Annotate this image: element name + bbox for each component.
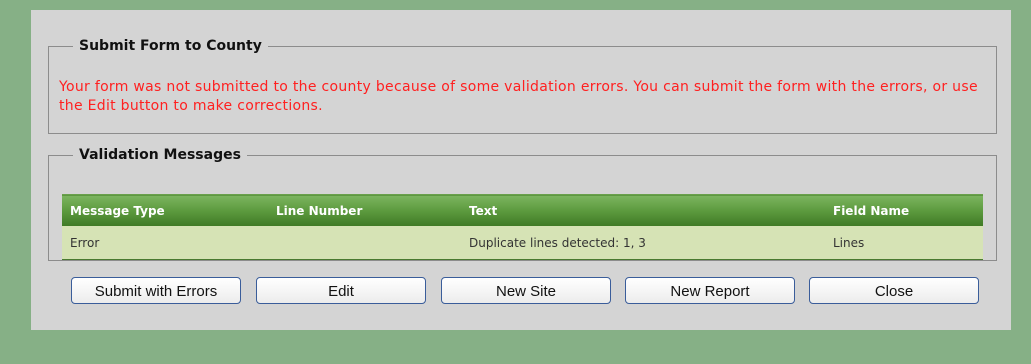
cell-message-type: Error	[62, 226, 268, 260]
cell-field-name: Lines	[825, 226, 983, 260]
validation-messages-legend: Validation Messages	[79, 147, 241, 163]
column-header-message-type[interactable]: Message Type	[62, 194, 268, 226]
column-header-text[interactable]: Text	[461, 194, 825, 226]
cell-text: Duplicate lines detected: 1, 3	[461, 226, 825, 260]
submit-with-errors-button[interactable]: Submit with Errors	[71, 277, 241, 304]
column-header-field-name[interactable]: Field Name	[825, 194, 983, 226]
button-bar: Submit with Errors Edit New Site New Rep…	[71, 277, 1011, 305]
validation-messages-table: Message Type Line Number Text Field Name…	[62, 194, 983, 260]
submit-form-legend: Submit Form to County	[79, 38, 262, 54]
validation-error-message: Your form was not submitted to the count…	[59, 79, 978, 114]
column-header-line-number[interactable]: Line Number	[268, 194, 461, 226]
new-site-button[interactable]: New Site	[441, 277, 611, 304]
submit-form-group: Submit Form to County Your form was not …	[48, 38, 997, 134]
close-button[interactable]: Close	[809, 277, 979, 304]
edit-button[interactable]: Edit	[256, 277, 426, 304]
new-report-button[interactable]: New Report	[625, 277, 795, 304]
validation-messages-group: Validation Messages Message Type Line Nu…	[48, 147, 997, 261]
table-row[interactable]: Error Duplicate lines detected: 1, 3 Lin…	[62, 226, 983, 260]
table-header-row: Message Type Line Number Text Field Name	[62, 194, 983, 226]
submit-dialog: Submit Form to County Your form was not …	[31, 10, 1011, 330]
cell-line-number	[268, 226, 461, 260]
